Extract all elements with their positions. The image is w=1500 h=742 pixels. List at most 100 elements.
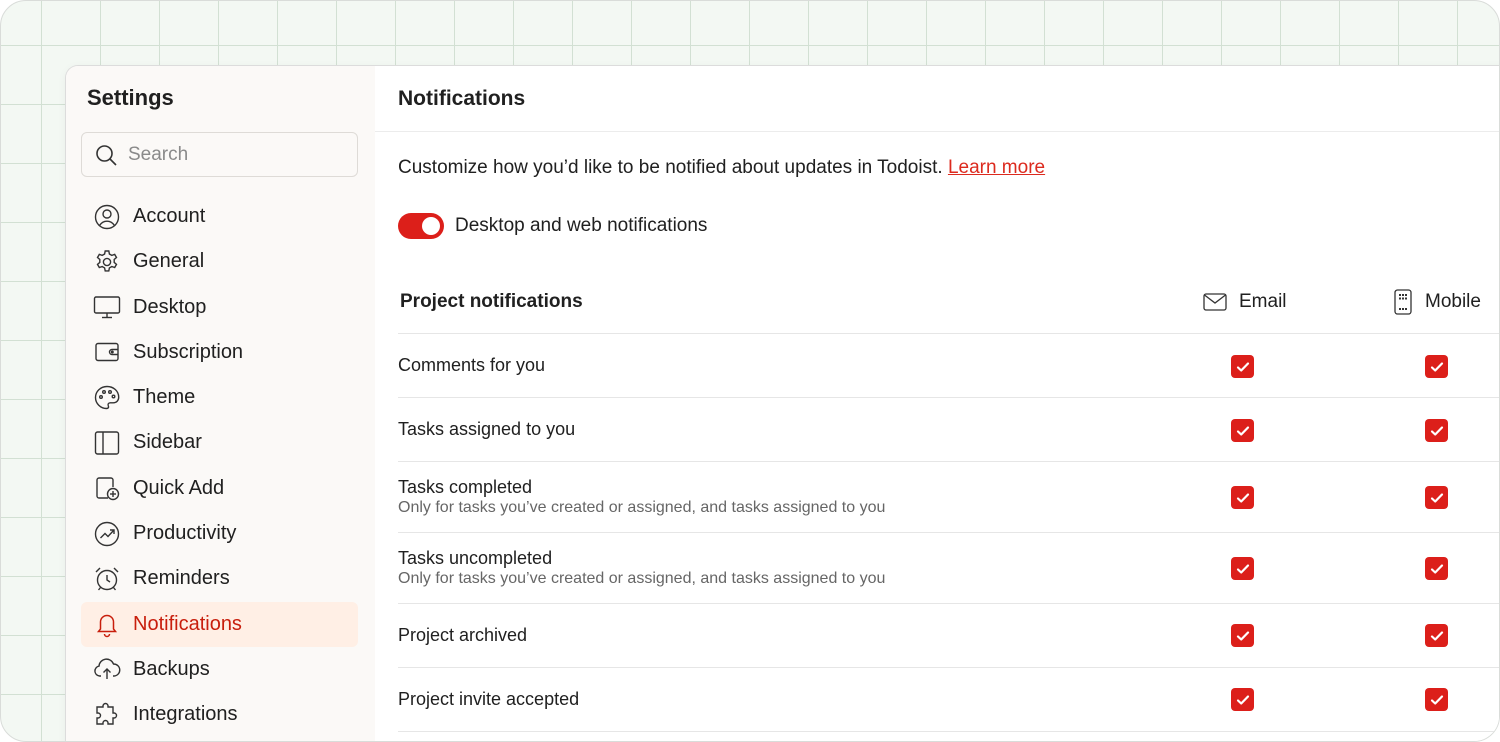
sidebar-item-label: Subscription xyxy=(133,340,244,363)
checkmark-icon xyxy=(1236,563,1249,574)
search-input[interactable] xyxy=(128,143,348,166)
email-checkbox[interactable] xyxy=(1231,355,1254,378)
sidebar-item-sidebar[interactable]: Sidebar xyxy=(81,420,358,465)
row-description: Only for tasks you’ve created or assigne… xyxy=(398,499,886,516)
mobile-checkbox[interactable] xyxy=(1425,419,1448,442)
mobile-checkbox[interactable] xyxy=(1425,624,1448,647)
sidebar-item-label: Account xyxy=(133,205,206,227)
desktop-notifications-toggle-row: Desktop and web notifications xyxy=(398,213,707,239)
email-checkbox[interactable] xyxy=(1231,688,1254,711)
row-text: Tasks completed Only for tasks you’ve cr… xyxy=(398,477,885,517)
table-row: Tasks uncompleted Only for tasks you’ve … xyxy=(398,533,1499,604)
bell-icon xyxy=(96,614,118,638)
checkmark-icon xyxy=(1430,492,1443,503)
mobile-checkbox[interactable] xyxy=(1425,557,1448,580)
mobile-checkbox[interactable] xyxy=(1425,355,1448,378)
table-row: Tasks assigned to you xyxy=(398,398,1499,462)
trend-icon xyxy=(94,521,120,546)
checkmark-icon xyxy=(1430,694,1443,705)
account-circle-icon xyxy=(94,204,120,229)
sidebar-item-reminders[interactable]: Reminders xyxy=(81,556,358,601)
sidebar-item-theme[interactable]: Theme xyxy=(81,375,358,420)
sidebar-item-label: Notifications xyxy=(133,612,242,635)
row-name: Tasks completed xyxy=(398,477,533,497)
sidebar-item-label: Theme xyxy=(133,386,196,409)
quick-add-icon xyxy=(96,477,120,501)
sidebar-item-integrations[interactable]: Integrations xyxy=(81,692,358,737)
search-icon xyxy=(96,144,117,166)
sidebar-item-label: General xyxy=(133,250,205,273)
sidebar-item-label: Desktop xyxy=(133,295,207,318)
page-title: Notifications xyxy=(398,86,526,110)
table-header: Project notifications Email Mobile xyxy=(398,271,1499,334)
alarm-clock-icon xyxy=(95,567,119,591)
table-row: Tasks completed Only for tasks you’ve cr… xyxy=(398,462,1499,533)
toggle-knob xyxy=(422,217,440,235)
sidebar-item-label: Quick Add xyxy=(133,476,225,499)
table-row: Comments for you xyxy=(398,334,1499,398)
sidebar-item-quick-add[interactable]: Quick Add xyxy=(81,466,358,511)
checkmark-icon xyxy=(1236,425,1249,436)
gear-icon xyxy=(96,250,118,272)
sidebar-item-label: Reminders xyxy=(133,567,230,590)
column-email: Email xyxy=(1203,291,1287,313)
sidebar-item-account[interactable]: Account xyxy=(81,194,358,239)
checkmark-icon xyxy=(1236,630,1249,641)
checkmark-icon xyxy=(1236,492,1249,503)
sidebar-item-label: Integrations xyxy=(133,703,238,726)
sidebar-icon xyxy=(94,431,120,455)
intro-text: Customize how you’d like to be notified … xyxy=(398,157,1045,179)
checkmark-icon xyxy=(1430,425,1443,436)
table-title: Project notifications xyxy=(400,291,583,312)
envelope-icon xyxy=(1203,293,1227,311)
row-text: Project invite accepted xyxy=(398,689,579,710)
sidebar-title: Settings xyxy=(87,85,174,110)
email-checkbox[interactable] xyxy=(1231,557,1254,580)
sidebar-item-label: Backups xyxy=(133,657,210,680)
checkmark-icon xyxy=(1430,361,1443,372)
sidebar-item-desktop[interactable]: Desktop xyxy=(81,285,358,330)
table-row: Project invite accepted xyxy=(398,668,1499,732)
background-grid: Settings Account General Desktop xyxy=(0,0,1500,742)
monitor-icon xyxy=(93,296,121,319)
row-name: Tasks uncompleted xyxy=(398,548,553,568)
column-email-label: Email xyxy=(1239,291,1287,312)
sidebar-item-productivity[interactable]: Productivity xyxy=(81,511,358,556)
checkmark-icon xyxy=(1430,630,1443,641)
mobile-checkbox[interactable] xyxy=(1425,486,1448,509)
settings-sidebar: Settings Account General Desktop xyxy=(66,66,375,741)
palette-icon xyxy=(94,385,120,409)
checkmark-icon xyxy=(1236,361,1249,372)
desktop-notifications-toggle[interactable] xyxy=(398,213,444,239)
row-text: Comments for you xyxy=(398,355,545,376)
row-name: Tasks assigned to you xyxy=(398,419,576,439)
puzzle-icon xyxy=(96,702,118,725)
sidebar-item-label: Productivity xyxy=(133,522,237,545)
sidebar-item-notifications[interactable]: Notifications xyxy=(81,601,358,647)
email-checkbox[interactable] xyxy=(1231,486,1254,509)
row-text: Project archived xyxy=(398,625,527,646)
checkmark-icon xyxy=(1236,694,1249,705)
toggle-label: Desktop and web notifications xyxy=(455,215,708,236)
intro-description: Customize how you’d like to be notified … xyxy=(398,157,948,178)
phone-icon xyxy=(1394,289,1412,315)
sidebar-item-backups[interactable]: Backups xyxy=(81,647,358,692)
wallet-icon xyxy=(95,343,119,362)
mobile-checkbox[interactable] xyxy=(1425,688,1448,711)
sidebar-item-general[interactable]: General xyxy=(81,239,358,284)
search-box[interactable] xyxy=(81,132,358,177)
sidebar-item-subscription[interactable]: Subscription xyxy=(81,330,358,375)
column-mobile-label: Mobile xyxy=(1425,291,1481,312)
row-name: Comments for you xyxy=(398,355,546,375)
table-row: Project archived xyxy=(398,604,1499,668)
row-description: Only for tasks you’ve created or assigne… xyxy=(398,570,886,587)
email-checkbox[interactable] xyxy=(1231,624,1254,647)
row-name: Project archived xyxy=(398,625,528,645)
column-mobile: Mobile xyxy=(1393,289,1481,315)
row-name: Project invite accepted xyxy=(398,689,580,709)
cloud-upload-icon xyxy=(94,658,121,680)
sidebar-item-label: Sidebar xyxy=(133,431,202,454)
email-checkbox[interactable] xyxy=(1231,419,1254,442)
learn-more-link[interactable]: Learn more xyxy=(948,157,1045,178)
project-notifications-table: Project notifications Email Mobile Comme… xyxy=(398,271,1499,732)
